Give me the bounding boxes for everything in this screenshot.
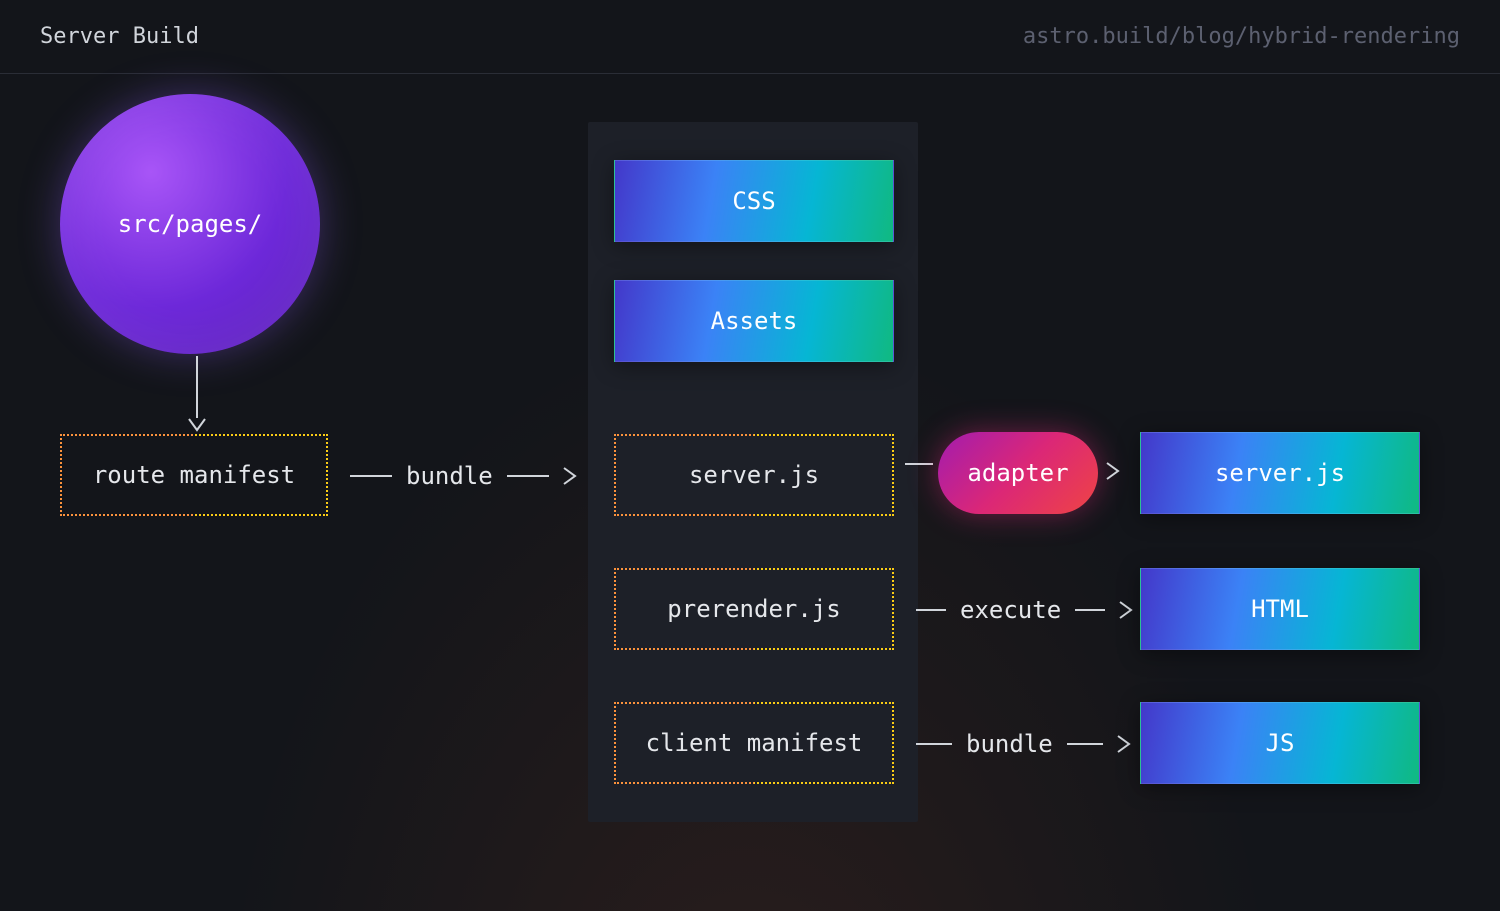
flow-adapter [905,463,933,465]
client-manifest-box: client manifest [614,702,894,784]
route-manifest-label: route manifest [93,461,295,489]
source-url: astro.build/blog/hybrid-rendering [1023,24,1460,49]
flow-bundle-2: bundle [916,730,1131,758]
adapter-label: adapter [967,459,1068,487]
html-output-box: HTML [1140,568,1420,650]
bundle-label-2: bundle [966,730,1053,758]
js-output-box: JS [1140,702,1420,784]
prerender-js-label: prerender.js [667,595,840,623]
diagram-canvas: src/pages/ route manifest bundle CSS Ass… [0,74,1500,904]
source-pages-label: src/pages/ [118,210,263,238]
adapter-pill: adapter [938,432,1098,514]
page-title: Server Build [40,24,199,49]
header: Server Build astro.build/blog/hybrid-ren… [0,0,1500,74]
client-manifest-label: client manifest [646,729,863,757]
css-label: CSS [732,187,775,215]
route-manifest-box: route manifest [60,434,328,516]
flow-bundle-1: bundle [350,462,577,490]
arrow-down-icon [188,356,206,432]
bundle-label: bundle [406,462,493,490]
assets-output-box: Assets [614,280,894,362]
arrow-right-icon [1119,601,1133,619]
arrow-right-icon [1117,735,1131,753]
arrow-right-icon [563,467,577,485]
arrow-right-icon [1106,462,1120,480]
js-output-label: JS [1266,729,1295,757]
server-js-label: server.js [689,461,819,489]
flow-execute: execute [916,596,1133,624]
server-js-output-label: server.js [1215,459,1345,487]
server-js-box: server.js [614,434,894,516]
html-output-label: HTML [1251,595,1309,623]
assets-label: Assets [711,307,798,335]
prerender-js-box: prerender.js [614,568,894,650]
css-output-box: CSS [614,160,894,242]
server-js-output-box: server.js [1140,432,1420,514]
flow-adapter-out [1106,462,1120,480]
source-pages-circle: src/pages/ [60,94,320,354]
execute-label: execute [960,596,1061,624]
